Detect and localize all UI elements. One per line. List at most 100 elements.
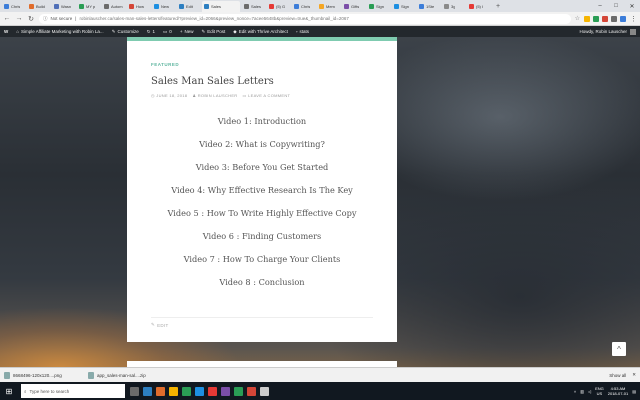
maximize-button[interactable]: □ (608, 0, 624, 12)
updates-icon: ↻ (146, 28, 151, 34)
edit-post-link[interactable]: ✎ Edit Post (201, 29, 225, 35)
comment-icon: ▭ (163, 28, 168, 34)
download-item[interactable]: app_sales-man-sal....zip (88, 371, 162, 379)
customize-link[interactable]: ✎ Customize (112, 29, 139, 35)
tab-favicon-icon (294, 4, 299, 9)
taskbar-search[interactable]: ⌕ Type here to search (21, 384, 125, 398)
taskbar-app-icon[interactable] (130, 386, 139, 396)
extension-icon[interactable] (611, 15, 617, 22)
tab-favicon-icon (179, 4, 184, 9)
file-icon (4, 371, 10, 379)
scroll-to-top-button[interactable]: ^ (612, 342, 626, 356)
post-category[interactable]: FEATURED (151, 62, 373, 67)
close-window-button[interactable]: ✕ (624, 0, 640, 12)
notifications-icon[interactable]: ▤ (632, 389, 636, 394)
clock[interactable]: 4:53 AM 2018-07-01 (608, 386, 628, 396)
show-all-link[interactable]: Show all (609, 373, 626, 378)
browser-tab[interactable]: (5) G (267, 1, 290, 12)
browser-tab[interactable]: (5) I (467, 1, 490, 12)
bookmark-star-icon[interactable]: ☆ (575, 15, 580, 22)
new-label: New (184, 29, 194, 34)
extension-icon[interactable] (602, 15, 608, 22)
tab-favicon-icon (244, 4, 249, 9)
browser-tab[interactable]: New (152, 1, 175, 12)
browser-tab[interactable]: MY p (77, 1, 100, 12)
tab-favicon-icon (469, 4, 474, 9)
volume-icon[interactable]: ◁ (588, 389, 591, 394)
new-content-link[interactable]: + New (180, 29, 194, 34)
browser-tab[interactable]: Sign (367, 1, 390, 12)
browser-tab[interactable]: How (127, 1, 150, 12)
zip-file-icon (88, 371, 94, 379)
browser-tab[interactable]: Wasn (52, 1, 75, 12)
extension-icon[interactable] (593, 15, 599, 22)
post-author[interactable]: ♟ ROBIN LAUSCHER (192, 93, 237, 98)
browser-tab[interactable]: Sales (202, 1, 240, 12)
minimize-button[interactable]: – (592, 0, 608, 12)
browser-tab[interactable]: Build (27, 1, 50, 12)
taskbar-apps (128, 386, 271, 396)
extension-icon[interactable] (620, 15, 626, 22)
download-item[interactable]: 8668496-120x120....png (4, 371, 78, 379)
comments-link[interactable]: ▭ 0 (163, 29, 172, 35)
url-text: robinlauscher.ca/sales-man-sales-letters… (79, 16, 349, 21)
browser-tab[interactable]: Sign (392, 1, 415, 12)
tab-label: Wasn (61, 4, 72, 9)
browser-tab[interactable]: Chris (2, 1, 25, 12)
wordpress-logo-icon[interactable]: W (4, 29, 8, 34)
new-tab-button[interactable]: + (494, 2, 502, 10)
reload-button[interactable]: ↻ (27, 15, 35, 23)
windows-start-icon[interactable]: ⊞ (0, 382, 18, 400)
browser-tab[interactable]: Edit (177, 1, 200, 12)
url-input[interactable]: ⓘ Not secure | robinlauscher.ca/sales-ma… (39, 13, 571, 24)
taskbar-app-icon[interactable] (156, 386, 165, 396)
edit-link[interactable]: ✎ EDIT (151, 322, 169, 328)
browser-tab[interactable]: Sales (242, 1, 265, 12)
taskbar-app-icon[interactable] (234, 386, 243, 396)
clock-icon: ◷ (151, 93, 155, 98)
taskbar-app-icon[interactable] (247, 386, 256, 396)
taskbar-app-icon[interactable] (169, 386, 178, 396)
leave-comment-label: LEAVE A COMMENT (248, 93, 291, 98)
tab-label: How (136, 4, 145, 9)
menu-icon[interactable]: ⋮ (630, 15, 637, 23)
browser-tab[interactable]: Mem (317, 1, 340, 12)
tab-favicon-icon (29, 4, 34, 9)
extension-icons (584, 15, 626, 22)
thrive-label: Edit with Thrive Architect (238, 29, 288, 34)
browser-tab[interactable]: 1Ste (417, 1, 440, 12)
updates-count: 1 (152, 29, 156, 34)
language-indicator[interactable]: ENG US (595, 386, 604, 396)
browser-tab[interactable]: Gifts (342, 1, 365, 12)
tab-label: (5) G (276, 4, 286, 9)
security-label: Not secure (50, 16, 73, 21)
back-button[interactable]: ← (3, 15, 11, 22)
browser-tab[interactable]: 3g (442, 1, 465, 12)
tab-label: Edit (186, 4, 193, 9)
info-icon[interactable]: ⓘ (43, 16, 48, 22)
updates-link[interactable]: ↻ 1 (147, 29, 155, 35)
stats-image[interactable]: ▫ stats (296, 29, 309, 34)
network-icon[interactable]: ▥ (580, 389, 584, 394)
browser-tab[interactable]: Autom (102, 1, 125, 12)
leave-comment-link[interactable]: ▭ LEAVE A COMMENT (242, 93, 290, 98)
close-downloads-button[interactable]: ✕ (632, 372, 636, 378)
stats-alt-text: stats (299, 29, 310, 34)
forward-button[interactable]: → (15, 15, 23, 22)
taskbar-app-icon[interactable] (182, 386, 191, 396)
taskbar-app-icon[interactable] (208, 386, 217, 396)
taskbar-app-icon[interactable] (260, 386, 269, 396)
taskbar-app-icon[interactable] (195, 386, 204, 396)
site-name-link[interactable]: ⌂ Simple Affiliate Marketing with Robin … (16, 29, 103, 34)
post-date[interactable]: ◷ JUNE 18, 2018 (151, 93, 187, 98)
taskbar-app-icon[interactable] (221, 386, 230, 396)
tab-favicon-icon (4, 4, 9, 9)
browser-tab[interactable]: Chris (292, 1, 315, 12)
taskbar-app-icon[interactable] (143, 386, 152, 396)
thrive-icon: ◆ (233, 28, 237, 34)
chevron-up-icon[interactable]: ˄ (574, 389, 576, 394)
user-menu[interactable]: Howdy, Robin Lauscher (580, 28, 636, 35)
extension-icon[interactable] (584, 15, 590, 22)
pencil-icon: ✎ (201, 28, 206, 34)
thrive-architect-link[interactable]: ◆ Edit with Thrive Architect (233, 29, 288, 35)
